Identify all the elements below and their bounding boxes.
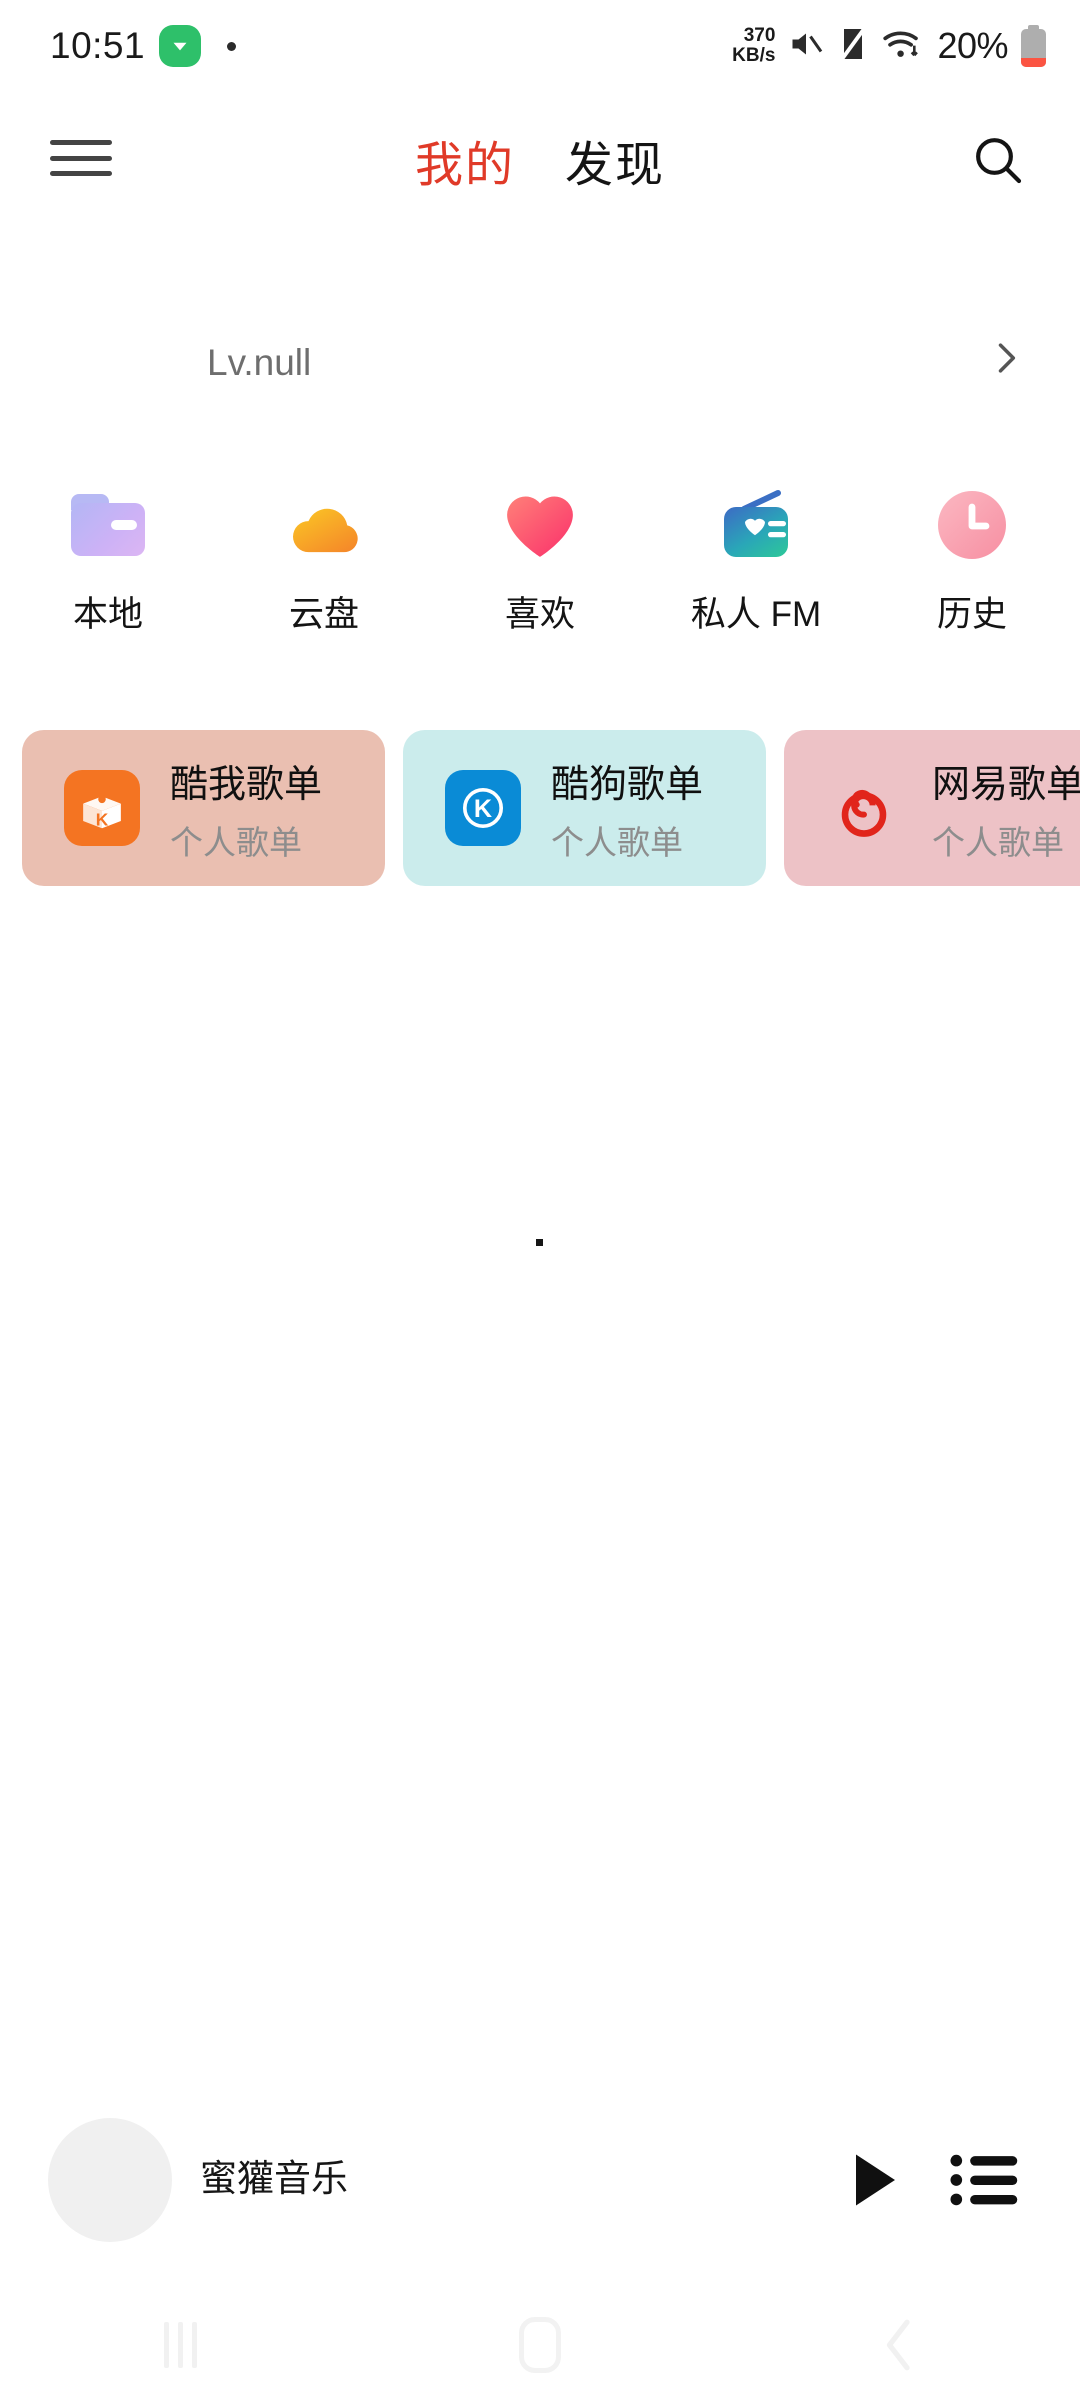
battery-icon: [1021, 25, 1046, 67]
playlist-card-kuwo[interactable]: K 酷我歌单 个人歌单: [22, 730, 385, 886]
wifi-icon: [882, 27, 924, 66]
playlist-card-title: 酷我歌单: [170, 763, 323, 806]
playlist-source-cards: K 酷我歌单 个人歌单 K 酷狗歌单 个人歌单 网易歌单 个人歌单: [22, 730, 1080, 886]
svg-text:K: K: [474, 795, 492, 823]
home-icon[interactable]: [480, 2310, 600, 2380]
tab-discover[interactable]: 发现: [565, 125, 665, 195]
search-icon[interactable]: [970, 132, 1026, 188]
clock-icon: [933, 486, 1011, 564]
playlist-card-kugou[interactable]: K 酷狗歌单 个人歌单: [403, 730, 766, 886]
vibrate-off-icon: [837, 25, 869, 67]
album-art[interactable]: [48, 2118, 172, 2242]
chevron-down-badge-icon: [159, 25, 202, 67]
playlist-card-texts: 酷我歌单 个人歌单: [170, 753, 322, 864]
play-icon[interactable]: [838, 2144, 910, 2216]
playlist-card-subtitle: 个人歌单: [932, 823, 1064, 861]
playlist-card-subtitle: 个人歌单: [551, 823, 683, 861]
content-placeholder-dot: [536, 1239, 543, 1246]
status-time: 10:51: [50, 25, 146, 66]
quick-access-item-local[interactable]: 本地: [15, 486, 201, 637]
network-speed-unit: KB/s: [732, 45, 776, 66]
heart-icon: [501, 486, 579, 564]
profile-row[interactable]: Lv.null: [0, 300, 1080, 420]
quick-access-item-favorite[interactable]: 喜欢: [447, 486, 633, 637]
app-screen: 10:51 370 KB/s 20% 我的 发现 Lv.null 本地 云盘 喜…: [0, 0, 1080, 2400]
chevron-right-icon[interactable]: [984, 336, 1028, 380]
back-icon[interactable]: [840, 2310, 960, 2380]
quick-access-item-cloud[interactable]: 云盘: [231, 486, 417, 637]
network-speed-value: 370: [743, 25, 776, 46]
quick-access-label: 本地: [72, 595, 143, 634]
mini-player-bar[interactable]: 蜜獾音乐: [0, 2100, 1080, 2260]
playlist-card-netease[interactable]: 网易歌单 个人歌单: [784, 730, 1080, 886]
radio-icon: [717, 486, 795, 564]
mute-icon: [788, 26, 824, 67]
quick-access-label: 私人 FM: [690, 595, 822, 634]
network-speed: 370 KB/s: [732, 26, 775, 66]
quick-access-label: 云盘: [288, 595, 359, 634]
playlist-card-title: 酷狗歌单: [551, 763, 704, 806]
playlist-card-title: 网易歌单: [932, 763, 1080, 806]
quick-access-item-personal-fm[interactable]: 私人 FM: [663, 486, 849, 637]
recents-icon[interactable]: [120, 2310, 240, 2380]
top-tabs: 我的 发现: [415, 125, 665, 195]
playlist-card-subtitle: 个人歌单: [170, 823, 302, 861]
track-title: 蜜獾音乐: [200, 2158, 348, 2199]
status-bar-left: 10:51: [50, 25, 237, 67]
svg-text:K: K: [96, 809, 109, 829]
notification-dot-icon: [227, 41, 237, 51]
android-nav-bar: [0, 2290, 1080, 2400]
app-header: 我的 发现: [0, 100, 1080, 220]
netease-logo-icon: [826, 770, 902, 846]
profile-level-text: Lv.null: [207, 342, 312, 383]
status-bar-right: 370 KB/s 20%: [732, 25, 1046, 67]
kugou-logo-icon: K: [445, 770, 521, 846]
battery-percent: 20%: [937, 25, 1008, 66]
quick-access-label: 喜欢: [504, 595, 575, 634]
quick-access-label: 历史: [936, 595, 1007, 634]
playlist-card-texts: 酷狗歌单 个人歌单: [551, 753, 703, 864]
quick-access-item-history[interactable]: 历史: [879, 486, 1065, 637]
playlist-card-texts: 网易歌单 个人歌单: [932, 753, 1080, 864]
hamburger-menu-icon[interactable]: [50, 134, 112, 182]
quick-access-row: 本地 云盘 喜欢 私人 FM 历史: [0, 486, 1080, 646]
playlist-icon[interactable]: [948, 2146, 1020, 2214]
status-bar: 10:51 370 KB/s 20%: [0, 0, 1080, 92]
cloud-icon: [285, 486, 363, 564]
kuwo-logo-icon: K: [64, 770, 140, 846]
folder-icon: [69, 486, 147, 564]
tab-mine[interactable]: 我的: [415, 125, 515, 195]
